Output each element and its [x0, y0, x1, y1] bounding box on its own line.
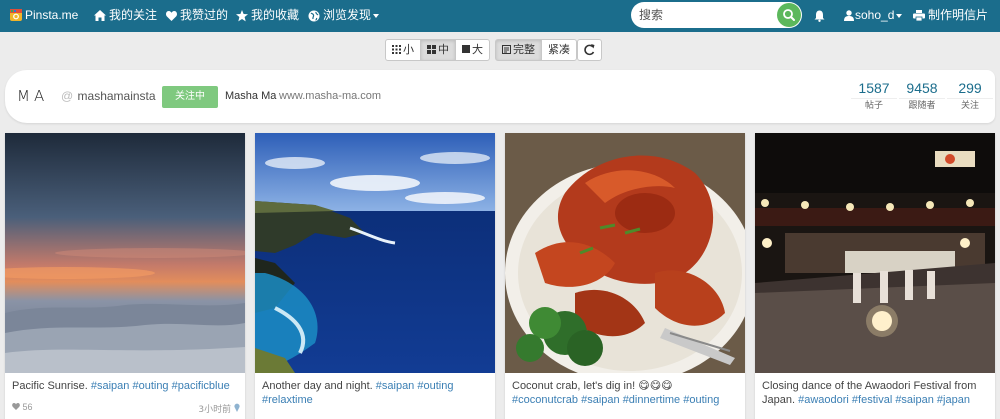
post-hashtags[interactable]: #awaodori #festival #saipan #japan: [798, 394, 970, 406]
refresh-icon: [584, 44, 595, 56]
nav-discover[interactable]: 浏览发现: [308, 0, 380, 32]
heart-icon: [166, 10, 177, 21]
size-small-label: 小: [403, 43, 414, 56]
like-button[interactable]: 56: [12, 402, 33, 412]
top-navbar: Pinsta.me 我的关注 我赞过的 我的收藏 浏览发现 soho_d 制作明…: [0, 0, 1000, 32]
post-card[interactable]: Another day and night. #saipan #outing #…: [255, 133, 495, 419]
size-medium-label: 中: [438, 43, 449, 56]
star-icon: [236, 9, 248, 22]
user-icon: [844, 10, 854, 22]
print-icon: [913, 10, 925, 22]
at-symbol: @: [61, 89, 74, 103]
profile-handle-text: mashamainsta: [77, 89, 156, 103]
brand-name: Pinsta.me: [25, 8, 79, 22]
profile-logo: MA: [17, 87, 49, 105]
list-icon: [502, 44, 511, 54]
stat-following-label: 关注: [947, 98, 993, 113]
like-count: 56: [22, 402, 33, 412]
search-button[interactable]: [777, 3, 801, 27]
pinsta-logo-icon: [10, 8, 22, 21]
mode-toggle-group: 完整 紧凑: [495, 39, 577, 61]
follow-button[interactable]: 关注中: [162, 86, 218, 108]
nav-liked[interactable]: 我赞过的: [166, 0, 228, 32]
bell-icon: [814, 10, 825, 22]
post-caption-text: Coconut crab, let's dig in! 😋😋😋: [512, 380, 673, 392]
nav-following-label: 我的关注: [109, 8, 158, 22]
profile-website-link[interactable]: www.masha-ma.com: [279, 90, 381, 102]
post-photo-sunrise[interactable]: [5, 133, 245, 373]
home-icon: [94, 10, 106, 22]
post-time-text: 3小时前: [198, 405, 232, 415]
mode-compact-button[interactable]: 紧凑: [541, 39, 577, 61]
post-hashtags[interactable]: #coconutcrab #saipan #dinnertime #outing: [512, 394, 719, 406]
stat-following[interactable]: 299 关注: [947, 78, 993, 116]
square-icon: [462, 45, 470, 53]
post-photo-ocean[interactable]: [255, 133, 495, 373]
post-card[interactable]: Pacific Sunrise. #saipan #outing #pacifi…: [5, 133, 245, 419]
post-hashtags[interactable]: #saipan #outing #pacificblue: [91, 380, 230, 392]
nav-favorites[interactable]: 我的收藏: [236, 0, 299, 32]
stat-posts-value: 1587: [858, 80, 890, 96]
heart-icon: [12, 403, 20, 410]
grid-medium-icon: [427, 44, 436, 54]
post-meta: 56 3小时前: [12, 402, 240, 415]
notifications-button[interactable]: [814, 0, 828, 32]
profile-handle[interactable]: @ mashamainsta: [61, 89, 156, 103]
size-medium-button[interactable]: 中: [420, 39, 456, 61]
chevron-down-icon: [896, 13, 903, 18]
search-input[interactable]: [639, 5, 771, 25]
nav-liked-label: 我赞过的: [180, 8, 229, 22]
stat-followers-label: 跟随者: [899, 98, 945, 113]
grid-small-icon: [392, 44, 401, 54]
post-caption: Closing dance of the Awaodori Festival f…: [762, 379, 990, 407]
nav-following[interactable]: 我的关注: [94, 0, 157, 32]
size-large-button[interactable]: 大: [455, 39, 490, 61]
size-toggle-group: 小 中 大: [385, 39, 490, 61]
make-postcard-link[interactable]: 制作明信片: [913, 0, 988, 32]
post-time: 3小时前: [198, 402, 240, 415]
chevron-down-icon: [373, 13, 380, 18]
profile-name: Masha Ma: [225, 90, 277, 102]
post-caption: Coconut crab, let's dig in! 😋😋😋 #coconutc…: [512, 379, 740, 407]
nav-favorites-label: 我的收藏: [251, 8, 300, 22]
mode-compact-label: 紧凑: [548, 43, 570, 56]
post-photo-festival[interactable]: [755, 133, 995, 373]
post-caption: Another day and night. #saipan #outing #…: [262, 379, 490, 407]
mode-full-button[interactable]: 完整: [495, 39, 542, 61]
post-card[interactable]: Coconut crab, let's dig in! 😋😋😋 #coconutc…: [505, 133, 745, 419]
globe-icon: [308, 10, 320, 22]
refresh-button[interactable]: [577, 39, 602, 61]
mode-full-label: 完整: [513, 43, 535, 56]
size-large-label: 大: [472, 43, 483, 56]
post-photo-coconut-crab[interactable]: [505, 133, 745, 373]
profile-header: MA @ mashamainsta 关注中 Masha Ma www.masha…: [5, 70, 995, 123]
stat-followers-value: 9458: [906, 80, 938, 96]
post-caption: Pacific Sunrise. #saipan #outing #pacifi…: [12, 379, 240, 393]
post-caption-text: Pacific Sunrise.: [12, 380, 88, 392]
stat-following-value: 299: [958, 80, 982, 96]
stat-posts[interactable]: 1587 帖子: [851, 78, 897, 116]
username: soho_d: [855, 8, 895, 22]
user-menu[interactable]: soho_d: [844, 0, 903, 32]
stat-followers[interactable]: 9458 跟随者: [899, 78, 945, 116]
location-pin-icon[interactable]: [234, 403, 240, 412]
search-icon: [783, 9, 795, 21]
size-small-button[interactable]: 小: [385, 39, 421, 61]
post-card[interactable]: Closing dance of the Awaodori Festival f…: [755, 133, 995, 419]
brand-link[interactable]: Pinsta.me: [10, 0, 78, 32]
search-box: [631, 2, 802, 28]
stat-posts-label: 帖子: [851, 98, 897, 113]
nav-discover-label: 浏览发现: [323, 8, 372, 22]
make-postcard-label: 制作明信片: [928, 8, 989, 22]
post-caption-text: Another day and night.: [262, 380, 373, 392]
